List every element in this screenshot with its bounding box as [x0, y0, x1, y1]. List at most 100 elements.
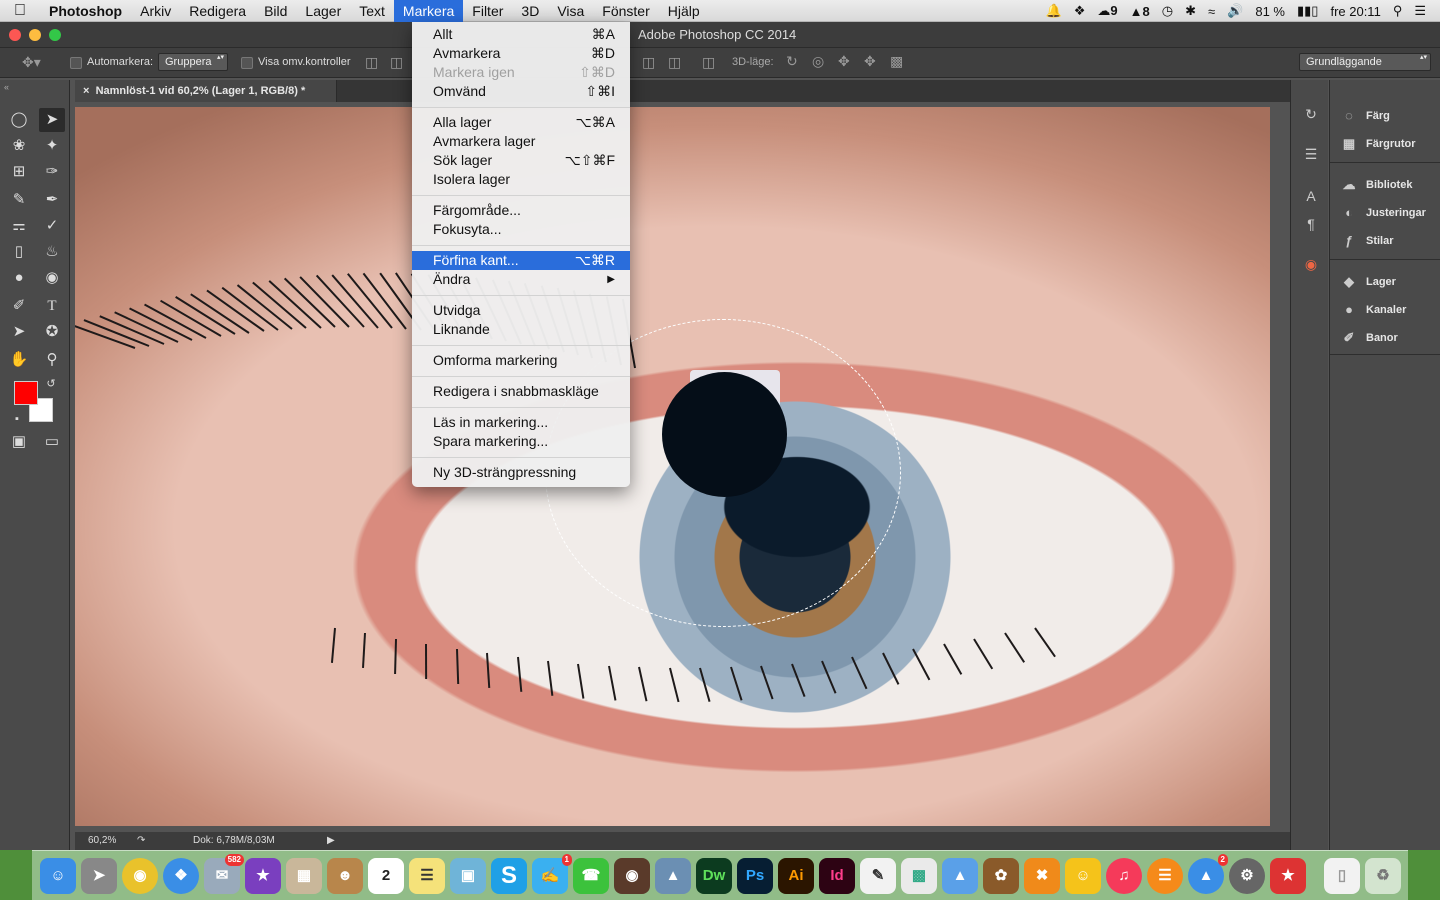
- photoshop-icon[interactable]: Ps: [737, 858, 773, 894]
- menu-item-spara-markering[interactable]: Spara markering...: [412, 432, 630, 451]
- export-icon[interactable]: ↷: [137, 835, 145, 846]
- clock[interactable]: fre 20:11: [1330, 4, 1380, 19]
- menu-hjalp[interactable]: Hjälp: [659, 0, 709, 22]
- type-tool-icon[interactable]: T: [39, 294, 65, 318]
- battery-percent[interactable]: 81 %: [1255, 4, 1285, 19]
- preview-icon[interactable]: ▣: [450, 858, 486, 894]
- menu-item-snabbmasklage[interactable]: Redigera i snabbmaskläge: [412, 382, 630, 401]
- 3d-scale-icon[interactable]: ▩: [890, 53, 903, 70]
- screen-mode-icon[interactable]: ▭: [39, 430, 65, 454]
- notification-center-icon[interactable]: ☰: [1414, 3, 1426, 19]
- eyedropper-tool-icon[interactable]: ✑: [39, 160, 65, 184]
- dreamweaver-icon[interactable]: Dw: [696, 858, 732, 894]
- panel-banor[interactable]: ✐ Banor: [1340, 327, 1398, 349]
- move-tool-icon[interactable]: ➤: [39, 108, 65, 132]
- menu-app-photoshop[interactable]: Photoshop: [40, 0, 131, 22]
- menu-lager[interactable]: Lager: [296, 0, 350, 22]
- align-vcenter-icon[interactable]: ◫: [390, 54, 403, 71]
- menu-arkiv[interactable]: Arkiv: [131, 0, 180, 22]
- wifi-icon[interactable]: ≈: [1208, 4, 1215, 19]
- menu-fonster[interactable]: Fönster: [593, 0, 658, 22]
- volume-icon[interactable]: 🔊: [1227, 3, 1243, 19]
- numbers-icon[interactable]: ▩: [901, 858, 937, 894]
- collapse-tools-icon[interactable]: «: [4, 82, 9, 92]
- menu-item-alla-lager[interactable]: Alla lager ⌥⌘A: [412, 113, 630, 132]
- spotlight-search-icon[interactable]: ⚲: [1393, 3, 1403, 19]
- menu-item-allt[interactable]: Allt ⌘A: [412, 25, 630, 44]
- menu-item-fokusyta[interactable]: Fokusyta...: [412, 220, 630, 239]
- menu-item-isolera-lager[interactable]: Isolera lager: [412, 170, 630, 189]
- skype-icon[interactable]: S: [491, 858, 527, 894]
- battery-icon[interactable]: ▮▮▯: [1297, 3, 1318, 19]
- 3d-orbit-icon[interactable]: ↻: [786, 53, 798, 70]
- properties-panel-icon[interactable]: ☰: [1300, 146, 1322, 166]
- bluetooth-icon[interactable]: ✱: [1185, 3, 1196, 19]
- downloads-stack-icon[interactable]: ▯: [1324, 858, 1360, 894]
- menu-item-liknande[interactable]: Liknande: [412, 320, 630, 339]
- blur-tool-icon[interactable]: ●: [6, 266, 32, 290]
- paragraph-panel-icon[interactable]: ¶: [1300, 216, 1322, 236]
- vlc-like-icon[interactable]: ✿: [983, 858, 1019, 894]
- itunes-icon[interactable]: ♫: [1106, 858, 1142, 894]
- 3d-pan-icon[interactable]: ✥: [838, 53, 850, 70]
- healing-brush-tool-icon[interactable]: ✎: [6, 188, 32, 212]
- iphoto-icon[interactable]: ▲: [655, 858, 691, 894]
- panel-lager[interactable]: ◆ Lager: [1340, 271, 1396, 293]
- path-selection-tool-icon[interactable]: ➤: [6, 320, 32, 344]
- elliptical-marquee-tool-icon[interactable]: ◯: [6, 108, 32, 132]
- zoom-level[interactable]: 60,2%: [88, 835, 116, 846]
- menu-item-sok-lager[interactable]: Sök lager ⌥⇧⌘F: [412, 151, 630, 170]
- photo-booth-icon[interactable]: ◉: [614, 858, 650, 894]
- distribute-left-icon[interactable]: ◫: [642, 54, 655, 71]
- bookmark-app-icon[interactable]: ★: [1270, 858, 1306, 894]
- distribute-hcenter-icon[interactable]: ◫: [668, 54, 681, 71]
- app-store-icon[interactable]: ▲ 2: [1188, 854, 1228, 894]
- facetime-icon[interactable]: ☎: [573, 858, 609, 894]
- history-panel-icon[interactable]: ↻: [1300, 106, 1322, 126]
- dropbox-icon[interactable]: ❖: [1074, 3, 1086, 19]
- minimize-window-button[interactable]: [29, 29, 41, 41]
- auto-align-layers-icon[interactable]: ◫: [702, 54, 715, 71]
- panel-stilar[interactable]: ƒ Stilar: [1340, 230, 1393, 252]
- close-window-button[interactable]: [9, 29, 21, 41]
- menu-item-forfina-kant[interactable]: Förfina kant... ⌥⌘R: [412, 251, 630, 270]
- menu-redigera[interactable]: Redigera: [180, 0, 255, 22]
- auto-select-dropdown[interactable]: Gruppera: [158, 53, 228, 71]
- custom-shape-tool-icon[interactable]: ✪: [39, 320, 65, 344]
- messages-icon[interactable]: ✍ 1: [532, 854, 572, 894]
- menu-item-avmarkera[interactable]: Avmarkera ⌘D: [412, 44, 630, 63]
- close-tab-icon[interactable]: ×: [83, 85, 89, 97]
- hand-tool-icon[interactable]: ✋: [6, 348, 32, 372]
- menu-item-las-in-markering[interactable]: Läs in markering...: [412, 413, 630, 432]
- menu-filter[interactable]: Filter: [463, 0, 512, 22]
- character-panel-icon[interactable]: A: [1300, 188, 1322, 208]
- imovie-star-icon[interactable]: ★: [245, 858, 281, 894]
- zoom-window-button[interactable]: [49, 29, 61, 41]
- illustrator-icon[interactable]: Ai: [778, 858, 814, 894]
- ibooks-icon[interactable]: ☰: [1147, 858, 1183, 894]
- 3d-slide-icon[interactable]: ✥: [864, 53, 876, 70]
- show-transform-checkbox[interactable]: [241, 57, 253, 69]
- mail-icon[interactable]: ✉ 582: [204, 854, 244, 894]
- eraser-tool-icon[interactable]: ▯: [6, 240, 32, 264]
- time-machine-icon[interactable]: ◷: [1162, 3, 1173, 19]
- adobe-updates-icon[interactable]: ▲8: [1130, 4, 1150, 19]
- panel-farg[interactable]: ◌ Färg: [1340, 105, 1390, 127]
- clone-stamp-tool-icon[interactable]: ⚎: [6, 214, 32, 238]
- quick-mask-icon[interactable]: ▣: [6, 430, 32, 454]
- lasso-tool-icon[interactable]: ❀: [6, 134, 32, 158]
- document-tab[interactable]: × Namnlöst-1 vid 60,2% (Lager 1, RGB/8) …: [75, 80, 337, 102]
- cyberduck-icon[interactable]: ☺: [1065, 858, 1101, 894]
- swap-colors-icon[interactable]: ↺: [38, 372, 64, 396]
- panel-bibliotek[interactable]: ☁ Bibliotek: [1340, 174, 1413, 196]
- crop-tool-icon[interactable]: ⊞: [6, 160, 32, 184]
- dodge-tool-icon[interactable]: ◉: [39, 266, 65, 290]
- 3d-roll-icon[interactable]: ◎: [812, 53, 824, 70]
- panel-fargrutor[interactable]: ▦ Färgrutor: [1340, 133, 1416, 155]
- menu-item-fargomrade[interactable]: Färgområde...: [412, 201, 630, 220]
- pen-tool-icon[interactable]: ✐: [6, 294, 32, 318]
- menu-item-avmarkera-lager[interactable]: Avmarkera lager: [412, 132, 630, 151]
- scrobbler-icon[interactable]: ✖: [1024, 858, 1060, 894]
- menu-item-omvand[interactable]: Omvänd ⇧⌘I: [412, 82, 630, 101]
- default-colors-icon[interactable]: ▪: [4, 407, 30, 431]
